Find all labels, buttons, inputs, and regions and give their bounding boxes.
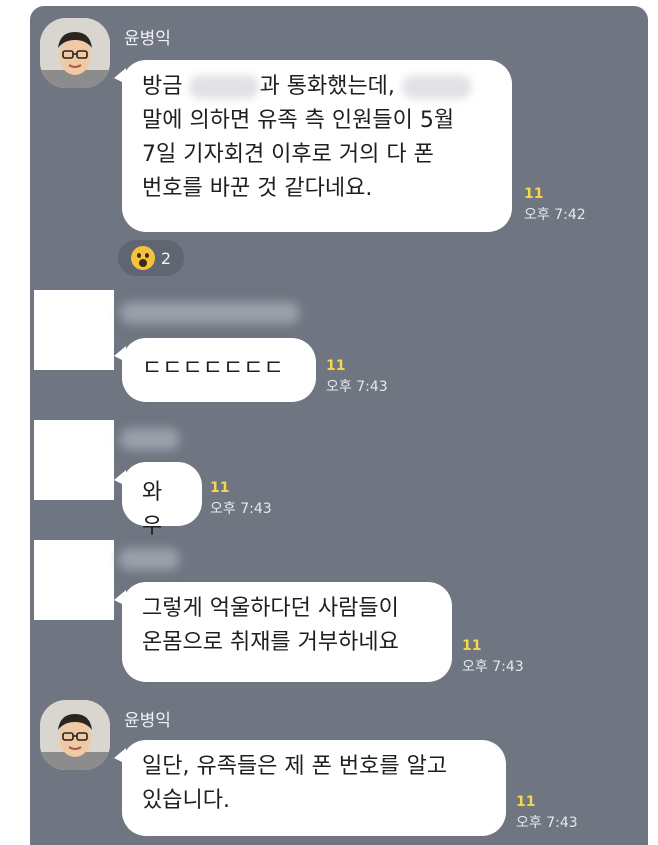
reaction-badge[interactable]: 2 [118, 240, 184, 276]
profile-avatar-yun[interactable] [40, 18, 110, 88]
message-time: 오후 7:43 [210, 501, 272, 517]
message-bubble-2[interactable]: ㄷㄷㄷㄷㄷㄷㄷ [114, 338, 316, 402]
sender-name: 윤병익 [124, 29, 171, 49]
message-bubble-3[interactable]: 와우 [114, 462, 202, 539]
message-time: 오후 7:43 [326, 379, 388, 395]
unread-count: 11 [462, 638, 482, 654]
profile-avatar-yun[interactable] [40, 700, 110, 770]
message-meta: 11 오후 7:43 [516, 794, 578, 832]
hidden-profile-avatar[interactable] [34, 290, 114, 370]
message-time: 오후 7:43 [516, 815, 578, 831]
message-meta: 11 오후 7:43 [210, 480, 272, 518]
message-bubble-1[interactable]: 방금 과 통화했는데, 말에 의하면 유족 측 인원들이 5월 7일 기자회견 … [114, 60, 512, 232]
message-line: 방금 과 통화했는데, [142, 70, 492, 104]
message-text: 와우 [142, 480, 163, 539]
message-line: 일단, 유족들은 제 폰 번호를 알고 [142, 754, 448, 779]
person-photo-icon [40, 18, 110, 88]
message-line: 말에 의하면 유족 측 인원들이 5월 [142, 108, 455, 133]
blurred-name [189, 75, 260, 99]
hidden-profile-avatar[interactable] [34, 540, 114, 620]
message-text: ㄷㄷㄷㄷㄷㄷㄷ [142, 356, 284, 381]
blurred-sender-name [120, 428, 180, 450]
blurred-sender-name [118, 548, 180, 570]
sender-name: 윤병익 [124, 711, 171, 731]
blurred-name [401, 75, 472, 99]
message-line: 번호를 바꾼 것 같다네요. [142, 176, 373, 201]
message-meta: 11 오후 7:43 [326, 358, 388, 396]
message-bubble-5[interactable]: 일단, 유족들은 제 폰 번호를 알고 있습니다. [114, 740, 506, 836]
chat-room-panel: 윤병익 방금 과 통화했는데, 말에 의하면 유족 측 인원들이 5월 7일 기… [30, 6, 648, 845]
surprised-face-emoji-icon [130, 246, 155, 270]
message-line: 온몸으로 취재를 거부하네요 [142, 630, 399, 655]
blurred-sender-name [120, 302, 300, 324]
message-meta: 11 오후 7:42 [524, 186, 586, 224]
message-time: 오후 7:43 [462, 659, 524, 675]
message-line: 그렇게 억울하다던 사람들이 [142, 596, 399, 621]
person-photo-icon [40, 700, 110, 770]
message-time: 오후 7:42 [524, 207, 586, 223]
hidden-profile-avatar[interactable] [34, 420, 114, 500]
unread-count: 11 [524, 186, 544, 202]
reaction-count: 2 [160, 248, 172, 268]
unread-count: 11 [210, 480, 230, 496]
unread-count: 11 [326, 358, 346, 374]
message-line: 있습니다. [142, 788, 230, 813]
message-meta: 11 오후 7:43 [462, 638, 524, 676]
message-line: 7일 기자회견 이후로 거의 다 폰 [142, 142, 434, 167]
message-bubble-4[interactable]: 그렇게 억울하다던 사람들이 온몸으로 취재를 거부하네요 [114, 582, 452, 682]
unread-count: 11 [516, 794, 536, 810]
